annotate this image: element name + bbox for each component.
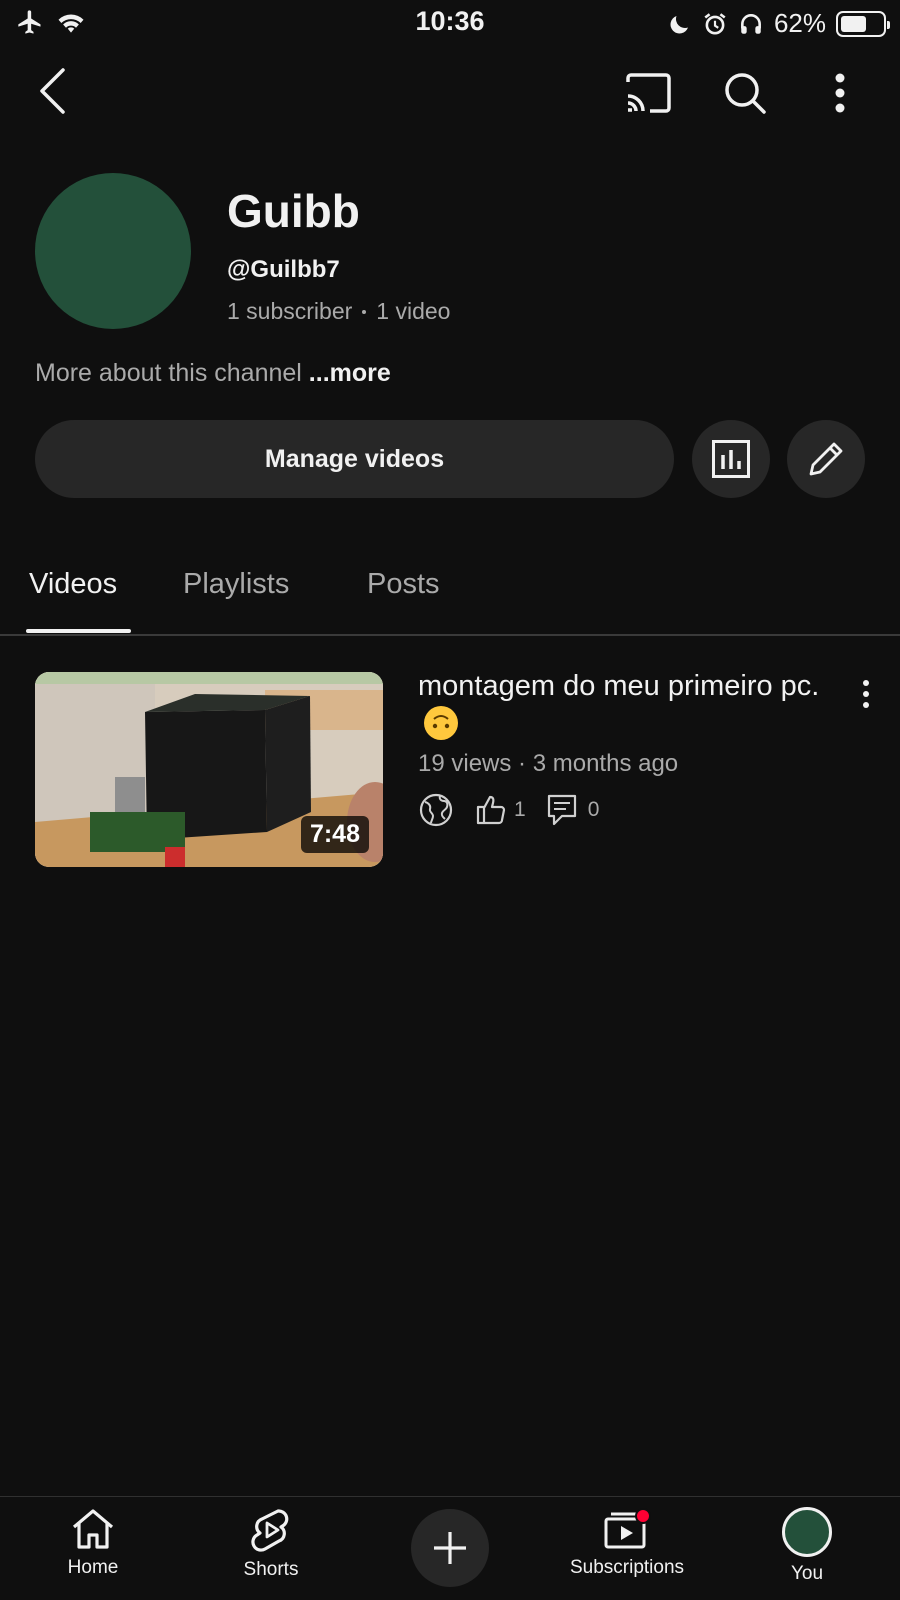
plus-icon: [434, 1532, 466, 1564]
status-right: 62%: [668, 8, 890, 39]
video-thumbnail[interactable]: 7:48: [35, 672, 383, 867]
search-button[interactable]: [718, 66, 772, 120]
status-bar: 10:36 62%: [0, 0, 900, 46]
meta-separator: ·: [518, 750, 533, 777]
globe-public-icon: [419, 793, 453, 827]
comment-count: 0: [587, 798, 600, 821]
analytics-icon: [712, 440, 750, 478]
cast-icon: [626, 73, 671, 113]
tab-videos[interactable]: Videos: [29, 568, 117, 601]
video-title[interactable]: montagem do meu primeiro pc.: [418, 668, 838, 741]
channel-tabs: Videos Playlists Posts: [0, 560, 900, 636]
nav-subscriptions-label: Subscriptions: [569, 1557, 685, 1578]
more-vertical-icon: [835, 73, 845, 113]
tab-playlists[interactable]: Playlists: [183, 568, 289, 601]
nav-you-label: You: [790, 1563, 824, 1584]
channel-about[interactable]: More about this channel ...more: [35, 359, 391, 388]
nav-you[interactable]: You: [778, 1507, 836, 1585]
channel-handle: @Guilbb7: [227, 256, 340, 283]
more-link[interactable]: ...more: [309, 359, 391, 387]
shorts-icon: [251, 1509, 289, 1552]
channel-name: Guibb: [227, 185, 360, 237]
video-stats: 1 0: [418, 792, 599, 828]
nav-home-label: Home: [67, 1557, 119, 1578]
moon-icon: [670, 15, 688, 33]
pencil-icon: [809, 442, 843, 476]
nav-shorts-label: Shorts: [243, 1559, 299, 1580]
video-count: 1 video: [376, 298, 451, 324]
active-tab-indicator: [26, 629, 131, 633]
alarm-icon: [704, 12, 726, 35]
upside-down-face-emoji-icon: [424, 706, 458, 741]
nav-shorts[interactable]: Shorts: [234, 1507, 308, 1581]
battery-percent: 62%: [773, 8, 826, 38]
create-button[interactable]: [411, 1509, 489, 1587]
cast-button[interactable]: [618, 68, 678, 118]
video-meta: 19 views · 3 months ago: [418, 750, 678, 778]
nav-subscriptions[interactable]: Subscriptions: [558, 1507, 696, 1579]
search-icon: [725, 73, 766, 114]
back-button[interactable]: [30, 64, 74, 118]
like-count: 1: [514, 798, 526, 821]
more-vertical-icon: [863, 680, 869, 708]
notification-dot: [635, 1508, 651, 1524]
chevron-left-icon: [40, 68, 65, 114]
home-icon: [72, 1509, 114, 1549]
video-title-text: montagem do meu primeiro pc.: [418, 670, 820, 702]
upload-age: 3 months ago: [532, 750, 679, 777]
more-options-button[interactable]: [820, 66, 860, 120]
video-duration: 7:48: [300, 816, 369, 853]
bottom-navigation: Home Shorts Subscriptions You: [0, 1496, 900, 1600]
view-count: 19 views: [418, 750, 512, 777]
nav-home[interactable]: Home: [60, 1507, 126, 1579]
thumbs-up-icon: [476, 795, 506, 825]
battery-icon: [836, 10, 890, 37]
tab-posts[interactable]: Posts: [367, 568, 440, 601]
analytics-button[interactable]: [692, 420, 770, 498]
channel-stats: 1 subscriber 1 video: [227, 298, 450, 325]
subscriber-count: 1 subscriber: [227, 298, 353, 324]
subscriptions-icon: [604, 1508, 651, 1549]
manage-videos-button[interactable]: Manage videos: [35, 420, 674, 498]
headphones-icon: [740, 13, 761, 34]
channel-avatar[interactable]: [35, 173, 191, 329]
about-text: More about this channel: [35, 359, 302, 387]
comment-icon: [547, 794, 576, 826]
separator-dot: [362, 309, 367, 314]
edit-channel-button[interactable]: [787, 420, 865, 498]
battery-level: [841, 15, 866, 32]
user-avatar: [782, 1507, 832, 1557]
video-more-options-button[interactable]: [854, 676, 878, 712]
